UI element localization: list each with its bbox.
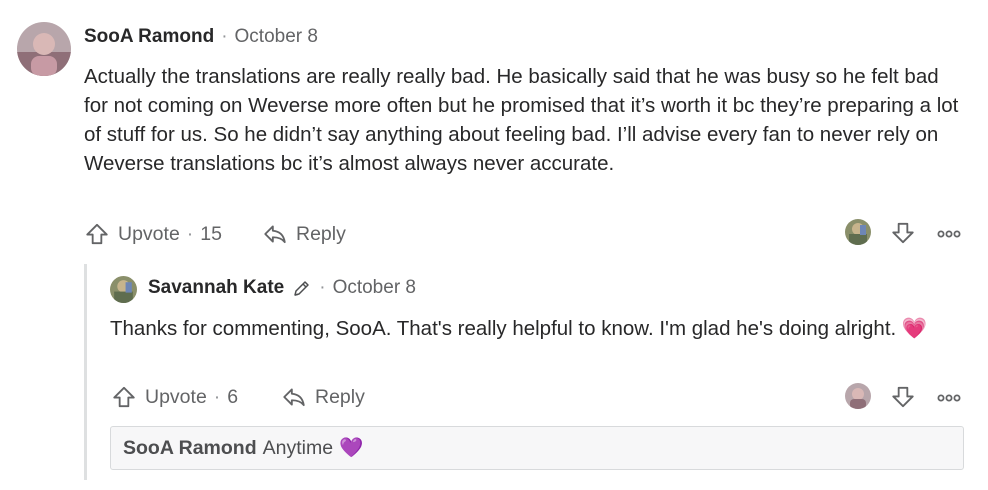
reply-downvote-button[interactable] bbox=[889, 383, 917, 411]
reply-label: Reply bbox=[296, 222, 346, 245]
upvote-count: 15 bbox=[200, 222, 222, 245]
arrow-up-outline-icon bbox=[111, 384, 145, 410]
arrow-down-outline-icon bbox=[890, 384, 916, 410]
more-horizontal-icon bbox=[936, 229, 962, 239]
comment-text: Actually the translations are really rea… bbox=[84, 65, 959, 175]
reply-date[interactable]: October 8 bbox=[333, 277, 416, 299]
upvote-button[interactable]: Upvote · 15 bbox=[84, 221, 222, 247]
reply-text-block: Thanks for commenting, SooA. That's real… bbox=[110, 314, 960, 343]
header-separator: · bbox=[221, 26, 228, 47]
purple-heart-emoji: 💜 bbox=[339, 437, 364, 459]
nested-reply-text: Anytime bbox=[262, 436, 334, 459]
upvote-separator: · bbox=[186, 222, 194, 245]
more-horizontal-icon bbox=[936, 393, 962, 403]
reply-author-name[interactable]: Savannah Kate bbox=[148, 277, 284, 299]
reply-text: Thanks for commenting, SooA. That's real… bbox=[110, 317, 897, 340]
comment-header: SooA Ramond · October 8 bbox=[84, 26, 318, 48]
upvote-label: Upvote bbox=[118, 222, 180, 245]
arrow-up-outline-icon bbox=[84, 221, 118, 247]
avatar[interactable] bbox=[17, 22, 71, 76]
downvote-button[interactable] bbox=[889, 219, 917, 247]
nested-reply-author: SooA Ramond bbox=[123, 436, 257, 459]
reply-arrow-icon bbox=[281, 384, 315, 410]
pencil-icon bbox=[292, 278, 312, 298]
thread-line bbox=[84, 264, 87, 480]
pink-heart-emoji: 💗 bbox=[901, 317, 928, 340]
nested-reply-preview[interactable]: SooA Ramond Anytime 💜 bbox=[110, 426, 964, 470]
reply-header-separator: · bbox=[319, 277, 326, 298]
reply-reply-label: Reply bbox=[315, 385, 365, 408]
more-options-button[interactable] bbox=[934, 222, 964, 246]
reply-more-options-button[interactable] bbox=[934, 386, 964, 410]
reply-reply-button[interactable]: Reply bbox=[281, 384, 365, 410]
nested-author-avatar[interactable] bbox=[845, 383, 871, 409]
comment-author-name[interactable]: SooA Ramond bbox=[84, 26, 214, 48]
reply-upvote-count: 6 bbox=[227, 385, 239, 408]
arrow-down-outline-icon bbox=[890, 220, 916, 246]
reply-upvote-label: Upvote bbox=[145, 385, 207, 408]
reply-author-avatar[interactable] bbox=[845, 219, 871, 245]
reply-header: Savannah Kate · October 8 bbox=[148, 277, 416, 299]
reply-arrow-icon bbox=[262, 221, 296, 247]
reply-upvote-button[interactable]: Upvote · 6 bbox=[111, 384, 238, 410]
reply-avatar[interactable] bbox=[110, 276, 137, 303]
comment-date[interactable]: October 8 bbox=[235, 26, 318, 48]
reply-button[interactable]: Reply bbox=[262, 221, 346, 247]
reply-upvote-separator: · bbox=[213, 385, 221, 408]
